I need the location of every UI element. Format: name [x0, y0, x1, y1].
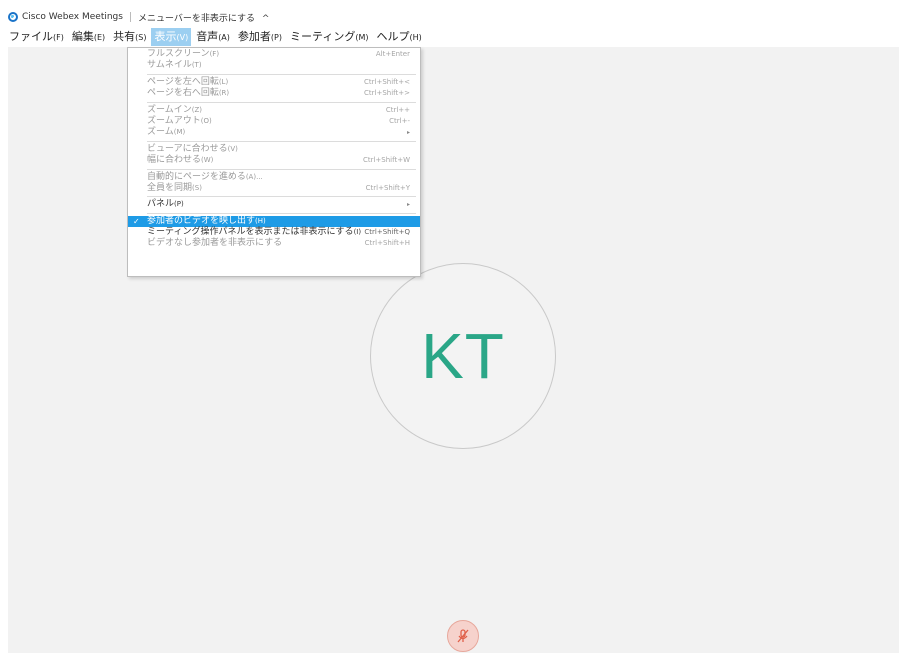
title-bar: Cisco Webex Meetings メニューバーを非表示にする ^	[8, 8, 899, 26]
menu-separator	[147, 212, 416, 214]
hide-menubar-label: メニューバーを非表示にする	[137, 13, 255, 24]
avatar-initials: KT	[421, 320, 505, 392]
shortcut-label: Ctrl+Shift+H	[364, 239, 410, 248]
menu-item-zoom-in[interactable]: ズームイン(Z) Ctrl++	[128, 105, 420, 116]
menu-item-auto-advance[interactable]: 自動的にページを進める(A)...	[128, 172, 420, 183]
chevron-up-icon: ^	[261, 13, 270, 24]
menu-item-sync-all[interactable]: 全員を同期(S) Ctrl+Shift+Y	[128, 183, 420, 194]
menu-item-panels[interactable]: パネル(P) ▸	[128, 199, 420, 210]
view-menu-dropdown: フルスクリーン(F) Alt+Enter サムネイル(T) ページを左へ回転(L…	[127, 47, 421, 277]
mute-button[interactable]	[447, 620, 479, 652]
menu-item-fit-width[interactable]: 幅に合わせる(W) Ctrl+Shift+W	[128, 155, 420, 166]
menu-item-fullscreen[interactable]: フルスクリーン(F) Alt+Enter	[128, 49, 420, 60]
menu-item-thumbnails[interactable]: サムネイル(T)	[128, 60, 420, 71]
title-separator	[129, 12, 131, 22]
menu-item-show-participant-video[interactable]: ✓ 参加者のビデオを映し出す(H)	[128, 215, 420, 228]
shortcut-label: Ctrl+Shift+<	[364, 77, 410, 86]
menu-item-zoom-out[interactable]: ズームアウト(O) Ctrl+-	[128, 116, 420, 127]
shortcut-label: Ctrl+Shift+>	[364, 89, 410, 98]
menu-item-rotate-right[interactable]: ページを右へ回転(R) Ctrl+Shift+>	[128, 88, 420, 99]
shortcut-label: Ctrl+Shift+W	[362, 156, 410, 165]
shortcut-label: Ctrl+-	[389, 116, 410, 125]
menu-item-hide-non-video-participants[interactable]: ビデオなし参加者を非表示にする Ctrl+Shift+H	[128, 238, 420, 249]
participant-avatar: KT	[370, 263, 556, 449]
shortcut-label: Ctrl++	[385, 105, 410, 114]
chevron-right-icon: ▸	[406, 201, 410, 209]
menu-audio[interactable]: 音声(A)	[193, 28, 233, 46]
webex-window: Cisco Webex Meetings メニューバーを非表示にする ^ ファイ…	[0, 0, 899, 653]
menu-item-fit-viewer[interactable]: ビューアに合わせる(V)	[128, 144, 420, 155]
app-title: Cisco Webex Meetings	[22, 12, 123, 22]
shortcut-label: Ctrl+Shift+Y	[365, 183, 410, 192]
menu-separator	[147, 73, 416, 75]
microphone-muted-icon	[457, 629, 469, 643]
menu-file[interactable]: ファイル(F)	[6, 28, 67, 46]
checkmark-icon: ✓	[133, 216, 140, 226]
menu-separator	[147, 196, 416, 198]
hide-menubar-toggle[interactable]: メニューバーを非表示にする ^	[138, 11, 269, 24]
menu-meeting[interactable]: ミーティング(M)	[287, 28, 372, 46]
menu-item-rotate-left[interactable]: ページを左へ回転(L) Ctrl+Shift+<	[128, 77, 420, 88]
menu-participant[interactable]: 参加者(P)	[235, 28, 285, 46]
shortcut-label: Ctrl+Shift+Q	[364, 228, 410, 237]
shortcut-label: Alt+Enter	[375, 50, 410, 58]
menu-edit[interactable]: 編集(E)	[69, 28, 108, 46]
webex-logo-icon	[8, 12, 18, 22]
menu-share[interactable]: 共有(S)	[110, 28, 149, 46]
menu-separator	[147, 140, 416, 142]
chevron-right-icon: ▸	[406, 129, 410, 137]
menu-view[interactable]: 表示(V)	[151, 28, 192, 46]
menu-separator	[147, 101, 416, 103]
menu-bar: ファイル(F) 編集(E) 共有(S) 表示(V) 音声(A) 参加者(P) ミ…	[6, 28, 427, 46]
menu-help[interactable]: ヘルプ(H)	[373, 28, 424, 46]
menu-item-toggle-meeting-controls[interactable]: ミーティング操作パネルを表示または非表示にする(I) Ctrl+Shift+Q	[128, 227, 420, 238]
menu-separator	[147, 168, 416, 170]
menu-item-zoom[interactable]: ズーム(M) ▸	[128, 127, 420, 138]
